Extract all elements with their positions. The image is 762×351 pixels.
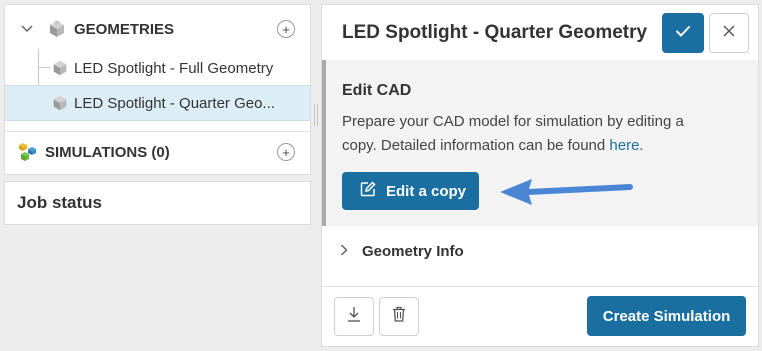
divider [322,286,758,287]
divider [5,131,310,132]
chevron-down-icon[interactable] [21,23,33,35]
add-simulation-button[interactable]: + [277,143,295,161]
tree-item-quarter-geometry[interactable]: LED Spotlight - Quarter Geo... [5,85,310,121]
close-button[interactable] [709,13,749,53]
geometry-icon [51,59,71,79]
geometry-icon [51,94,71,114]
tree-node-geometries[interactable]: GEOMETRIES + [5,11,310,47]
edit-a-copy-label: Edit a copy [386,182,467,200]
geometry-info-toggle[interactable]: Geometry Info [340,243,464,260]
tree-panel: GEOMETRIES + LED Spotlight - Full Geomet… [4,4,311,175]
delete-button[interactable] [379,297,419,336]
geometry-info-label: Geometry Info [362,243,464,260]
tree-item-full-geometry[interactable]: LED Spotlight - Full Geometry [5,50,310,86]
job-status-label: Job status [17,193,103,212]
edit-icon [360,181,376,201]
panel-resize-handle[interactable] [314,104,318,126]
geometries-label: GEOMETRIES [74,20,175,38]
trash-icon [392,306,406,327]
simulations-label: SIMULATIONS (0) [45,143,170,161]
tree-item-label: LED Spotlight - Quarter Geo... [74,94,275,112]
geometry-icon [47,19,67,39]
close-icon [723,24,735,42]
edit-cad-title: Edit CAD [342,82,412,99]
chevron-right-icon [340,243,348,260]
tree-node-simulations[interactable]: SIMULATIONS (0) + [5,134,310,170]
confirm-button[interactable] [662,13,704,53]
tree-item-label: LED Spotlight - Full Geometry [74,59,274,77]
arrow-left-icon [500,179,633,205]
panel-title: LED Spotlight - Quarter Geometry [342,22,648,43]
help-link[interactable]: here [609,137,639,154]
simulations-icon [17,141,39,163]
edit-a-copy-button[interactable]: Edit a copy [342,172,479,210]
geometry-detail-panel: LED Spotlight - Quarter Geometry Edit CA… [321,4,759,347]
description-suffix: . [639,137,644,154]
check-icon [675,24,691,42]
add-geometry-button[interactable]: + [277,20,295,38]
create-simulation-button[interactable]: Create Simulation [587,296,746,336]
edit-cad-section: Edit CAD Prepare your CAD model for simu… [322,60,758,226]
edit-cad-description: Prepare your CAD model for simulation by… [342,110,722,158]
job-status-panel[interactable]: Job status [4,181,311,225]
download-button[interactable] [334,297,374,336]
download-icon [347,306,361,327]
